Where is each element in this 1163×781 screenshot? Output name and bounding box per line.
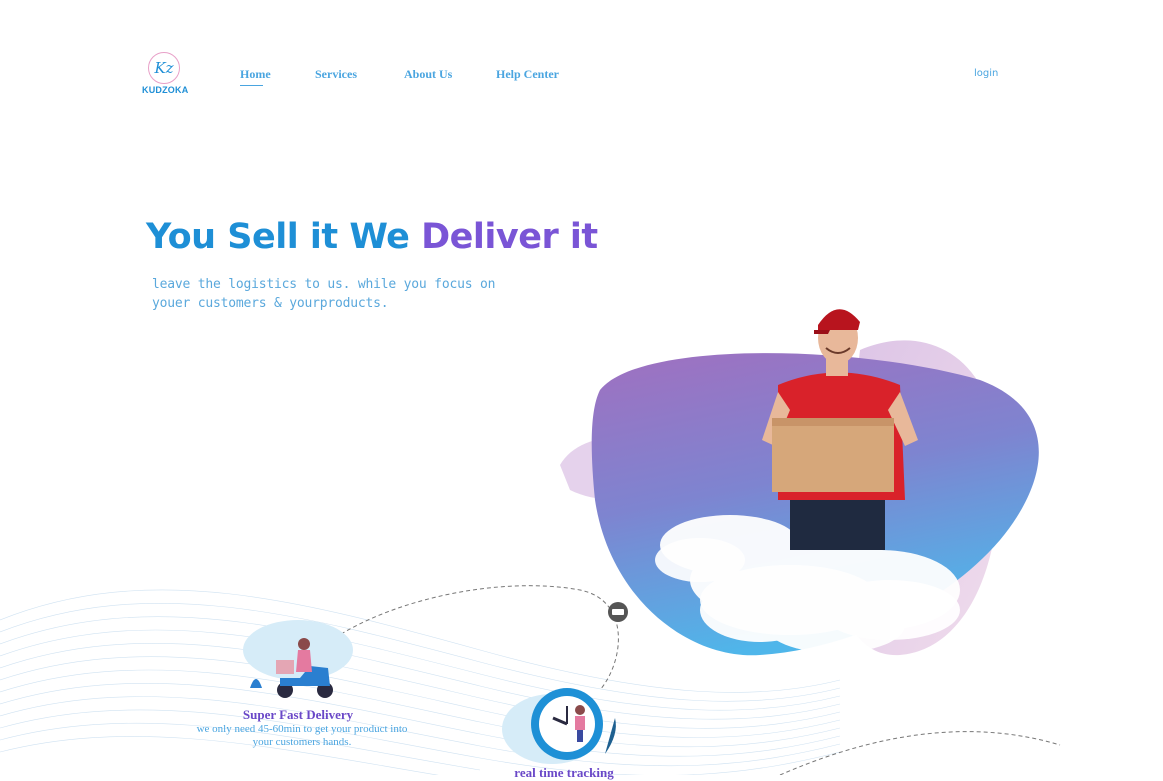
hero-illustration: [0, 309, 1061, 775]
feature-description: we only need 45-60min to get your produc…: [196, 723, 408, 748]
login-link[interactable]: login: [974, 68, 998, 79]
headline-part1: You Sell it We: [146, 217, 422, 257]
hero-subtext: leave the logistics to us. while you foc…: [152, 277, 496, 311]
route-marker-icon: [608, 602, 628, 622]
nav-about-us[interactable]: About Us: [404, 67, 452, 82]
nav-help-center[interactable]: Help Center: [496, 67, 559, 82]
brand-logo[interactable]: Kz KUDZOKA: [140, 52, 190, 98]
logo-mark: Kz: [148, 52, 180, 84]
hero-headline: You Sell it We Deliver it: [146, 217, 598, 257]
nav-home[interactable]: Home: [240, 67, 271, 86]
nav-services[interactable]: Services: [315, 67, 357, 82]
feature-title: Super Fast Delivery: [242, 707, 354, 722]
feature-title: real time tracking: [514, 765, 614, 780]
scooter-delivery-icon: [243, 620, 353, 698]
route-line: [317, 585, 619, 691]
logo-text: KUDZOKA: [142, 85, 189, 95]
route-line: [779, 731, 1061, 775]
headline-accent: Deliver it: [421, 217, 598, 257]
